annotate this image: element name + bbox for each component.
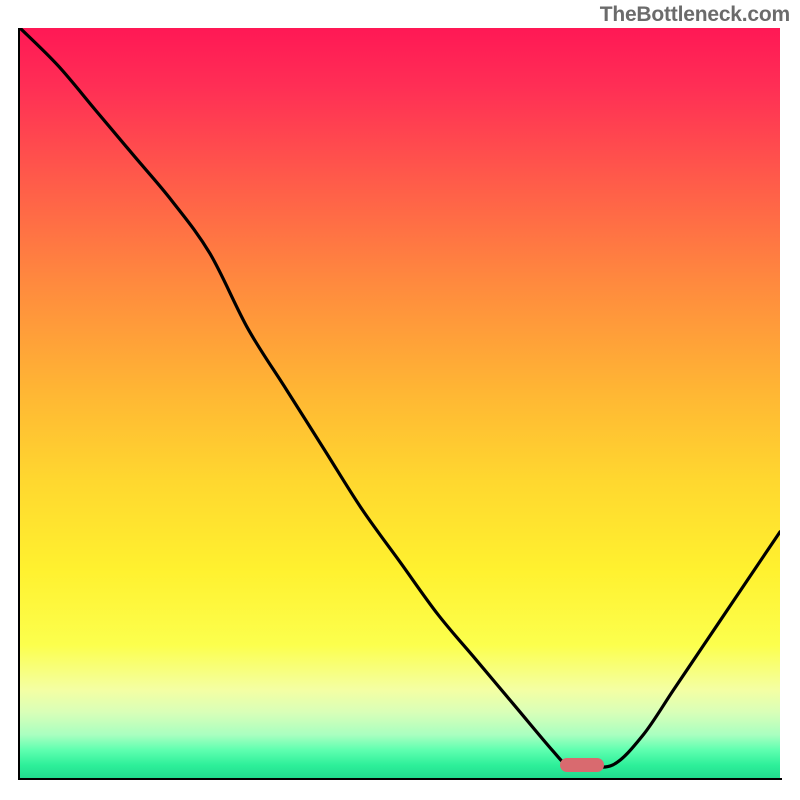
y-axis [18, 28, 20, 780]
optimal-marker [560, 758, 604, 772]
chart-container: TheBottleneck.com [0, 0, 800, 800]
plot-area [20, 28, 780, 780]
bottleneck-curve [20, 28, 780, 780]
x-axis [18, 778, 782, 780]
attribution-label: TheBottleneck.com [600, 3, 790, 27]
